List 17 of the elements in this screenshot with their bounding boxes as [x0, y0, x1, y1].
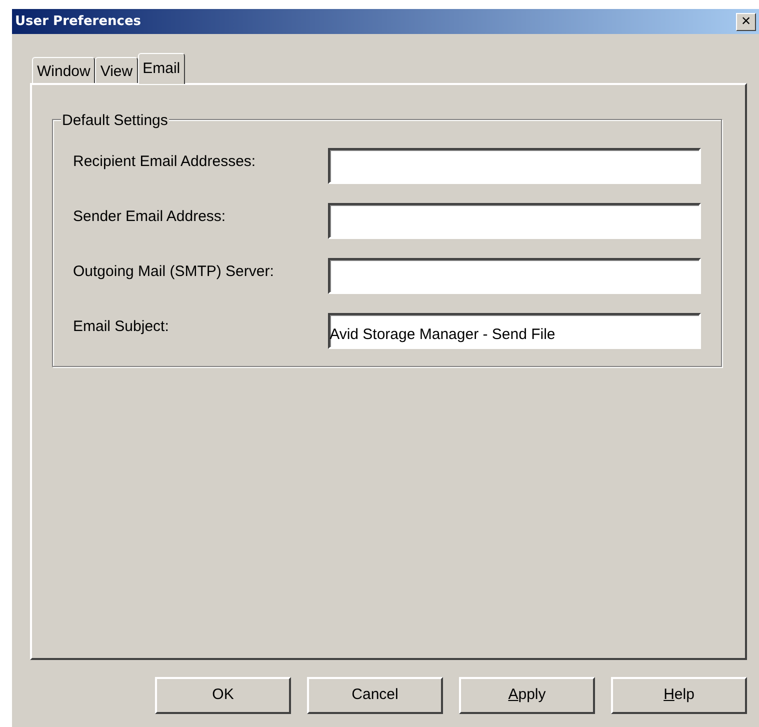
input-field[interactable]: Avid Storage Manager - Send File — [328, 313, 701, 349]
input-field[interactable] — [328, 258, 701, 294]
tab[interactable]: Window — [32, 57, 96, 83]
dialog-button[interactable]: Apply — [459, 677, 595, 714]
field-label: Sender Email Address: — [73, 207, 227, 227]
close-button[interactable]: × — [736, 12, 756, 30]
dialog-button[interactable]: OK — [155, 677, 291, 714]
field-label: Outgoing Mail (SMTP) Server: — [73, 262, 275, 282]
input-field[interactable] — [328, 148, 701, 184]
dialog-button[interactable]: Help — [611, 677, 747, 714]
tab[interactable]: Email — [138, 53, 186, 84]
field-label: Recipient Email Addresses: — [73, 152, 257, 172]
tab[interactable]: View — [95, 57, 138, 83]
dialog-button[interactable]: Cancel — [307, 677, 443, 714]
input-field[interactable] — [328, 203, 701, 239]
window-title: User Preferences — [15, 12, 142, 31]
field-label: Email Subject: — [73, 317, 170, 337]
